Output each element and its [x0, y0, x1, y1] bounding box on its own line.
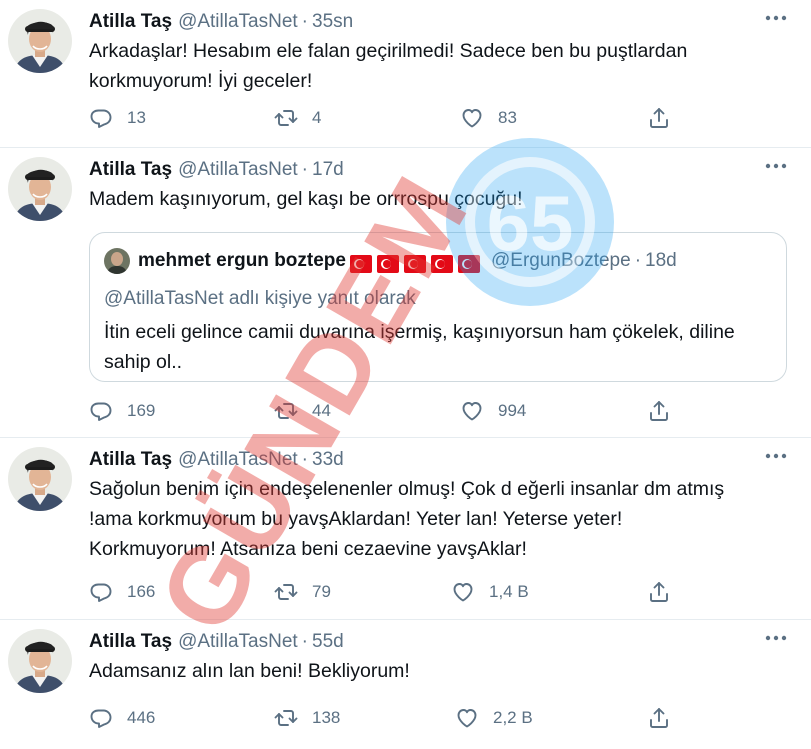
flag-icon — [376, 254, 399, 273]
tweet-actions: 166 79 1,4 B — [89, 578, 689, 606]
separator: · — [301, 159, 308, 180]
share-button[interactable] — [647, 397, 671, 425]
reply-button[interactable]: 13 — [89, 104, 146, 132]
reply-icon — [90, 583, 112, 602]
share-icon — [650, 401, 668, 421]
heart-icon — [453, 583, 473, 602]
tweet[interactable]: Atilla Taş @AtillaTasNet · 17d Madem kaşını… — [0, 148, 811, 438]
author-handle[interactable]: @AtillaTasNet — [178, 449, 298, 470]
turkish-flag-emojis — [349, 252, 485, 276]
retweet-button[interactable]: 44 — [274, 397, 331, 425]
tweet[interactable]: Atilla Taş @AtillaTasNet · 33d Sağolun beni… — [0, 438, 811, 620]
tweet-text: Arkadaşlar! Hesabım ele falan geçirilmed… — [89, 40, 688, 92]
like-button[interactable]: 2,2 B — [455, 704, 533, 732]
more-icon[interactable] — [763, 628, 789, 648]
flag-icon — [457, 254, 480, 273]
like-count: 994 — [498, 401, 527, 420]
author-name[interactable]: Atilla Taş — [89, 449, 172, 470]
author-name[interactable]: Atilla Taş — [89, 11, 172, 32]
like-button[interactable]: 83 — [460, 104, 517, 132]
heart-icon — [457, 709, 477, 728]
reply-count: 169 — [127, 401, 156, 420]
tweet-timestamp[interactable]: 17d — [312, 159, 344, 180]
tweet-header: Atilla Taş @AtillaTasNet · 17d — [89, 158, 344, 182]
reply-button[interactable]: 166 — [89, 578, 155, 606]
quoted-text: İtin eceli gelince camii duvarına işermi… — [104, 321, 735, 373]
tweet-timestamp[interactable]: 55d — [312, 631, 344, 652]
quoted-timestamp: 18d — [645, 250, 677, 271]
quoted-author-name: mehmet ergun boztepe — [138, 250, 346, 271]
separator: · — [634, 250, 642, 271]
reply-icon — [90, 402, 112, 421]
quoted-tweet[interactable]: mehmet ergun boztepe @ErgunBoztepe · 18d @A… — [89, 232, 787, 382]
reply-button[interactable]: 169 — [89, 397, 155, 425]
quoted-author-handle: @ErgunBoztepe — [490, 250, 631, 271]
tweet-text: Madem kaşınıyorum, gel kaşı be orrrospu … — [89, 188, 523, 210]
share-button[interactable] — [647, 104, 671, 132]
share-button[interactable] — [647, 704, 671, 732]
tweet-timestamp[interactable]: 35sn — [312, 11, 353, 32]
tweet-timestamp[interactable]: 33d — [312, 449, 344, 470]
retweet-count: 44 — [312, 401, 331, 420]
like-count: 1,4 B — [489, 582, 529, 601]
tweet[interactable]: Atilla Taş @AtillaTasNet · 35sn Arkadaşlar!… — [0, 0, 811, 148]
share-icon — [650, 108, 668, 128]
retweet-icon — [274, 584, 298, 600]
retweet-icon — [274, 710, 298, 726]
heart-icon — [462, 402, 482, 421]
reply-count: 13 — [127, 108, 146, 127]
like-count: 83 — [498, 108, 517, 127]
tweet-header: Atilla Taş @AtillaTasNet · 55d — [89, 630, 344, 654]
tweet-header: Atilla Taş @AtillaTasNet · 35sn — [89, 10, 353, 34]
reply-context: @AtillaTasNet adlı kişiye yanıt olarak — [104, 288, 416, 309]
author-handle[interactable]: @AtillaTasNet — [178, 631, 298, 652]
reply-count: 166 — [127, 582, 156, 601]
separator: · — [301, 449, 308, 470]
tweet-text: Sağolun benim için endeşelenenler olmuş!… — [89, 478, 725, 560]
separator: · — [301, 631, 308, 652]
like-button[interactable]: 994 — [460, 397, 526, 425]
more-icon[interactable] — [763, 156, 789, 176]
flag-icon — [349, 254, 372, 273]
retweet-button[interactable]: 79 — [274, 578, 331, 606]
avatar[interactable] — [8, 157, 72, 221]
avatar[interactable] — [8, 447, 72, 511]
tweet-header: Atilla Taş @AtillaTasNet · 33d — [89, 448, 344, 472]
reply-button[interactable]: 446 — [89, 704, 155, 732]
quoted-avatar[interactable] — [104, 248, 130, 274]
tweet-text: Adamsanız alın lan beni! Bekliyorum! — [89, 660, 410, 682]
tweet-actions: 169 44 994 — [89, 397, 689, 425]
separator: · — [301, 11, 308, 32]
share-button[interactable] — [647, 578, 671, 606]
more-icon[interactable] — [763, 446, 789, 466]
quoted-header: mehmet ergun boztepe @ErgunBoztepe · 18d — [138, 249, 677, 276]
flag-icon — [403, 254, 426, 273]
share-icon — [650, 708, 668, 728]
author-handle[interactable]: @AtillaTasNet — [178, 11, 298, 32]
retweet-count: 138 — [312, 708, 341, 727]
reply-icon — [90, 109, 112, 128]
author-name[interactable]: Atilla Taş — [89, 159, 172, 180]
author-handle[interactable]: @AtillaTasNet — [178, 159, 298, 180]
like-count: 2,2 B — [493, 708, 533, 727]
more-icon[interactable] — [763, 8, 789, 28]
like-button[interactable]: 1,4 B — [451, 578, 529, 606]
reply-count: 446 — [127, 708, 156, 727]
retweet-icon — [274, 110, 298, 126]
retweet-icon — [274, 403, 298, 419]
avatar[interactable] — [8, 9, 72, 73]
author-name[interactable]: Atilla Taş — [89, 631, 172, 652]
retweet-button[interactable]: 138 — [274, 704, 340, 732]
retweet-button[interactable]: 4 — [274, 104, 321, 132]
retweet-count: 79 — [312, 582, 331, 601]
tweet-actions: 446 138 2,2 B — [89, 704, 689, 732]
tweet[interactable]: Atilla Taş @AtillaTasNet · 55d Adamsanız al… — [0, 620, 811, 749]
avatar[interactable] — [8, 629, 72, 693]
tweet-actions: 13 4 83 — [89, 104, 689, 132]
heart-icon — [462, 109, 482, 128]
reply-icon — [90, 709, 112, 728]
flag-icon — [430, 254, 453, 273]
retweet-count: 4 — [312, 108, 322, 127]
share-icon — [650, 582, 668, 602]
